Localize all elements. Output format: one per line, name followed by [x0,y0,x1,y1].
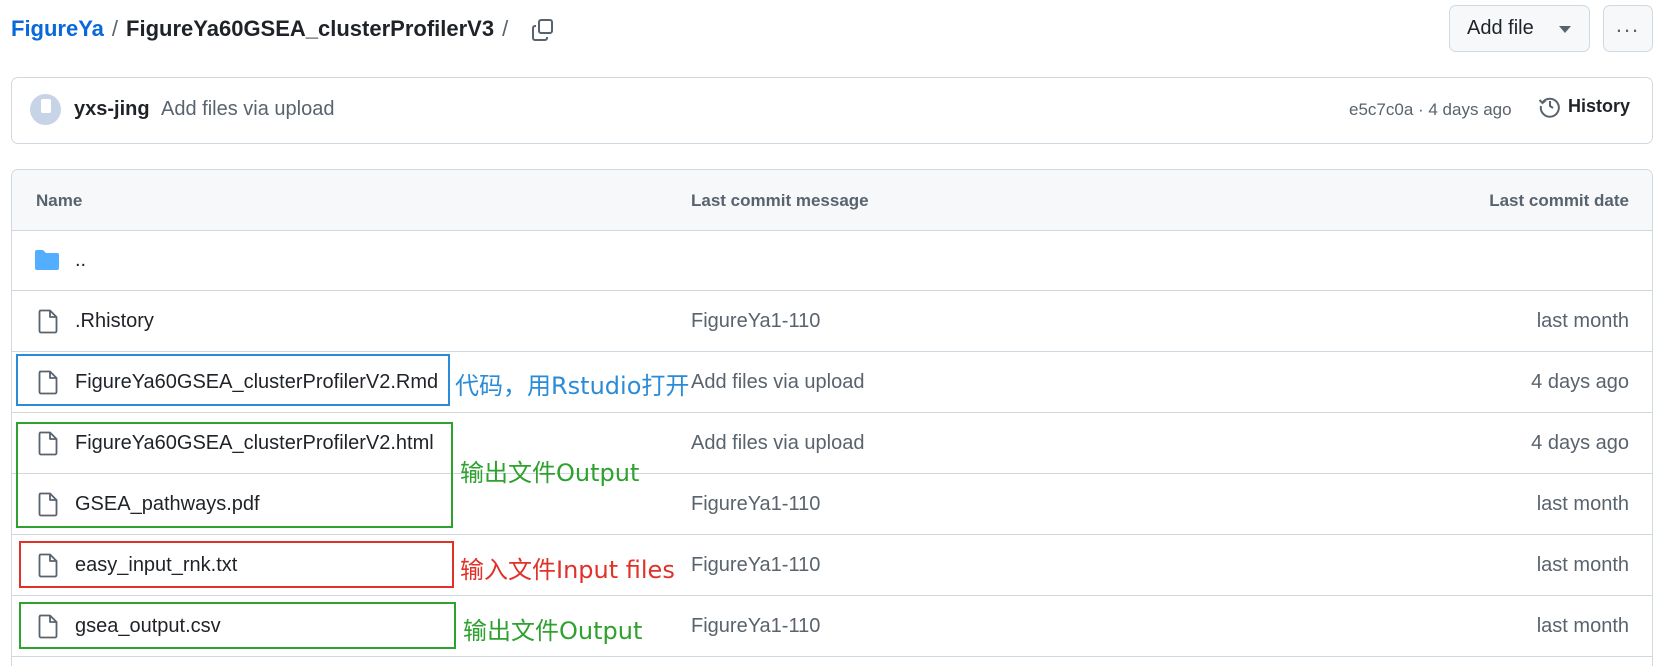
file-commit-message[interactable]: FigureYa1-110 [691,554,820,577]
table-header: Name Last commit message Last commit dat… [12,170,1652,231]
column-header-date: Last commit date [1489,191,1629,210]
avatar[interactable] [30,94,61,125]
column-header-message: Last commit message [691,191,869,210]
file-commit-date: last month [1536,493,1629,515]
breadcrumb: FigureYa / FigureYa60GSEA_clusterProfile… [11,14,516,44]
add-file-button[interactable]: Add file [1449,5,1590,52]
annotation-label-input: 输入文件Input files [460,556,675,584]
latest-commit-bar: yxs-jing Add files via upload e5c7c0a · … [11,77,1653,144]
file-commit-message[interactable]: FigureYa1-110 [691,310,820,333]
parent-directory-row[interactable]: .. [12,230,1652,291]
commit-author[interactable]: yxs-jing [74,98,150,121]
kebab-horizontal-icon: ... [1615,11,1641,37]
file-commit-message[interactable]: FigureYa1-110 [691,615,820,638]
file-commit-date: 4 days ago [1531,432,1629,454]
add-file-label: Add file [1467,17,1534,39]
copy-icon [532,19,553,41]
copy-path-button[interactable] [528,15,558,45]
file-commit-message[interactable]: Add files via upload [691,432,864,455]
annotation-label-output-csv: 输出文件Output [463,617,643,645]
annotation-box-output-csv [19,602,456,649]
column-header-name: Name [36,191,83,210]
history-label: History [1568,95,1631,116]
commit-message[interactable]: Add files via upload [161,98,334,121]
history-icon [1538,97,1560,118]
parent-directory-link[interactable]: .. [75,249,86,272]
file-icon [38,309,58,334]
file-table: Name Last commit message Last commit dat… [11,169,1653,666]
breadcrumb-current-folder: FigureYa60GSEA_clusterProfilerV3 [126,16,495,41]
annotation-box-code [16,354,450,406]
folder-icon [35,250,59,270]
breadcrumb-separator: / [111,16,119,41]
file-commit-date: last month [1536,310,1629,332]
annotation-label-code: 代码，用Rstudio打开 [455,372,690,400]
annotation-box-input [19,541,454,588]
file-commit-message[interactable]: Add files via upload [691,371,864,394]
breadcrumb-separator: / [502,16,509,41]
file-commit-date: last month [1536,615,1629,637]
file-commit-date: last month [1536,554,1629,576]
triangle-down-icon [1559,26,1571,33]
commit-hash-time[interactable]: e5c7c0a · 4 days ago [1349,100,1512,120]
annotation-box-output [16,422,453,528]
file-commit-date: 4 days ago [1531,371,1629,393]
history-button[interactable]: History [1538,94,1630,118]
breadcrumb-repo-link[interactable]: FigureYa [11,16,104,42]
file-commit-message[interactable]: FigureYa1-110 [691,493,820,516]
table-row[interactable]: .Rhistory FigureYa1-110 last month [12,291,1652,352]
file-name-link[interactable]: .Rhistory [75,310,154,333]
annotation-label-output: 输出文件Output [460,459,640,487]
more-options-button[interactable]: ... [1603,5,1653,52]
